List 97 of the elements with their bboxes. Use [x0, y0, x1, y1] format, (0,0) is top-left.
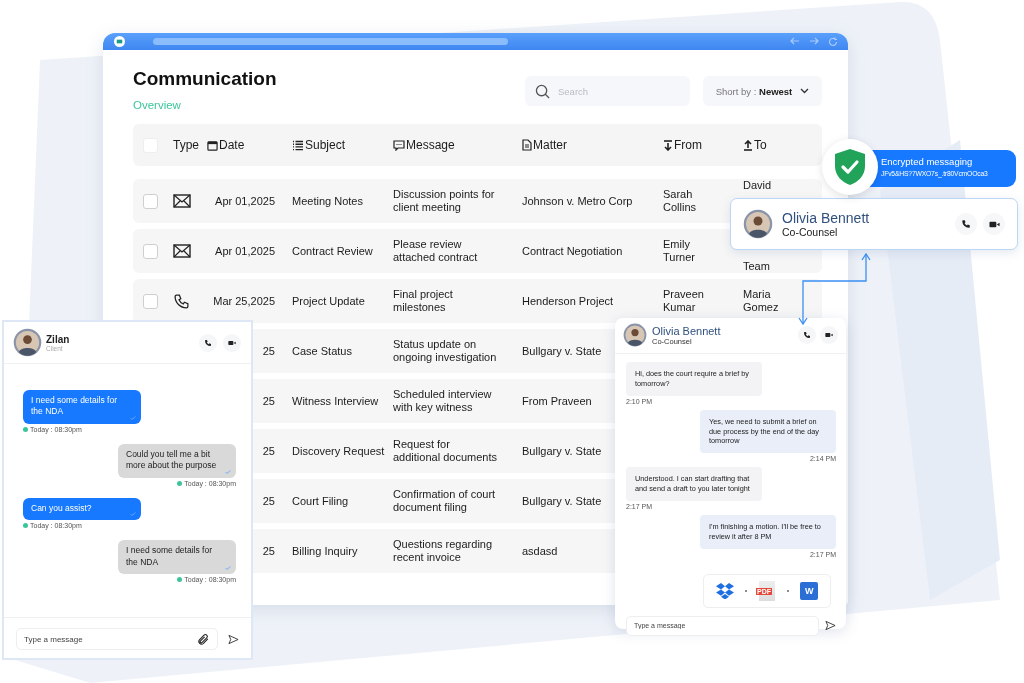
status-dot-icon	[177, 577, 183, 583]
chevron-down-icon	[800, 88, 810, 94]
calendar-icon	[207, 139, 218, 151]
column-header[interactable]: From	[663, 138, 743, 152]
send-icon[interactable]	[228, 633, 239, 645]
list-icon	[292, 139, 304, 151]
column-header[interactable]: Matter	[522, 138, 663, 152]
table-cell: Witness Interview	[292, 394, 379, 408]
table-cell-text: Discussion points for client meeting	[393, 188, 496, 214]
video-camera-icon[interactable]	[228, 338, 236, 347]
table-cell: 25	[262, 344, 275, 358]
table-cell-text: Questions regarding recent invoice	[393, 538, 494, 564]
read-tick-icon	[130, 415, 136, 420]
column-header[interactable]: Message	[393, 138, 522, 152]
phone-icon[interactable]	[803, 331, 811, 339]
message-bubble: Could you tell me a bit more about the purpose	[118, 443, 236, 478]
contact-role: Co-Counsel	[782, 226, 839, 238]
phone-icon[interactable]	[961, 219, 971, 229]
message-bubble: I need some details for the NDA	[23, 390, 141, 424]
table-cell-text: Maria Gomez	[743, 288, 780, 314]
contact-name: Olivia Bennett	[652, 324, 721, 337]
column-header[interactable]: To	[743, 138, 822, 152]
column-header[interactable]: Date	[207, 138, 292, 152]
avatar	[743, 209, 773, 239]
checkbox[interactable]	[143, 293, 158, 309]
table-cell: Contract Negotiation	[522, 244, 623, 258]
table-cell: From Praveen	[522, 394, 592, 408]
envelope-icon	[173, 244, 191, 258]
table-cell-text: David	[743, 179, 773, 192]
column-header[interactable]: Type	[173, 138, 207, 152]
table-cell-text: Scheduled interview with key witness	[393, 388, 493, 414]
message-bubble: Can you assist?	[23, 497, 141, 521]
checkbox[interactable]	[143, 243, 158, 259]
table-cell: Discovery Request	[292, 444, 385, 458]
column-header[interactable]: Subject	[292, 138, 393, 152]
table-cell: Johnson v. Metro Corp	[522, 194, 633, 208]
envelope-icon	[173, 194, 191, 208]
video-camera-icon[interactable]	[825, 331, 833, 339]
contact-name: Zilan	[46, 333, 70, 345]
table-cell: Mar 25,2025	[213, 294, 275, 308]
table-cell: Apr 01,2025	[215, 244, 275, 258]
table-cell: Billing Inquiry	[292, 544, 358, 558]
table-cell-text: Sarah Collins	[663, 188, 697, 214]
table-cell: 25	[262, 444, 275, 458]
dropbox-icon[interactable]	[715, 582, 734, 599]
app-logo-icon	[114, 36, 125, 47]
download-arrow-icon	[663, 139, 673, 151]
table-cell: Case Status	[292, 344, 352, 358]
message-bubble: I need some details for the NDA	[118, 540, 236, 575]
table-cell-text: Praveen Kumar	[663, 288, 705, 314]
avatar	[13, 328, 42, 357]
upload-arrow-icon	[743, 139, 753, 151]
status-dot-icon	[177, 480, 183, 486]
read-tick-icon	[225, 469, 231, 474]
word-file-icon[interactable]: W	[800, 581, 819, 600]
shield-check-icon	[833, 148, 867, 186]
read-tick-icon	[130, 512, 136, 517]
table-cell-text: Final project milestones	[393, 288, 454, 314]
search-icon	[535, 84, 550, 99]
table-cell: Bullgary v. State	[522, 344, 602, 358]
read-tick-icon	[225, 566, 231, 571]
contact-card[interactable]: Olivia Bennett Co-Counsel	[730, 198, 1018, 250]
table-cell: Henderson Project	[522, 294, 614, 308]
table-cell: 25	[262, 394, 275, 408]
table-cell: Confirmation of court document filing	[393, 488, 497, 514]
table-cell: Request for additional documents	[393, 438, 497, 464]
table-cell: Contract Review	[292, 244, 373, 258]
table-cell: 25	[262, 494, 275, 508]
message-box-icon	[393, 139, 405, 151]
search-field[interactable]: Search	[525, 76, 690, 106]
table-cell: Bullgary v. State	[522, 494, 602, 508]
table-cell-text: Emily Turner	[663, 238, 696, 264]
checkbox[interactable]	[143, 193, 158, 209]
phone-icon[interactable]	[204, 338, 212, 347]
phone-icon	[173, 292, 190, 310]
send-icon[interactable]	[825, 620, 836, 632]
table-cell: Bullgary v. State	[522, 444, 602, 458]
table-cell: Project Update	[292, 294, 365, 308]
table-cell: Meeting Notes	[292, 194, 363, 208]
table-cell: Apr 01,2025	[215, 194, 275, 208]
contact-name: Olivia Bennett	[782, 210, 870, 226]
avatar	[623, 323, 647, 347]
page-title: Communication	[133, 68, 277, 90]
message-input-field[interactable]: Type a message	[16, 628, 218, 650]
video-camera-icon[interactable]	[988, 219, 1000, 229]
status-dot-icon	[23, 523, 28, 529]
table-cell: Status update on ongoing investigation	[393, 338, 497, 364]
banner-title: Encrypted messaging	[881, 156, 974, 167]
table-cell: 25	[262, 544, 275, 558]
table-cell: Court Filing	[292, 494, 349, 508]
table-cell-text: Please review attached contract	[393, 238, 479, 264]
paperclip-icon[interactable]	[197, 633, 210, 646]
document-icon	[522, 139, 532, 151]
sort-dropdown[interactable]: Short by : Newest	[703, 76, 822, 106]
table-cell-text: Team	[743, 260, 771, 273]
status-dot-icon	[23, 426, 28, 432]
table-cell: asdasd	[522, 544, 558, 558]
